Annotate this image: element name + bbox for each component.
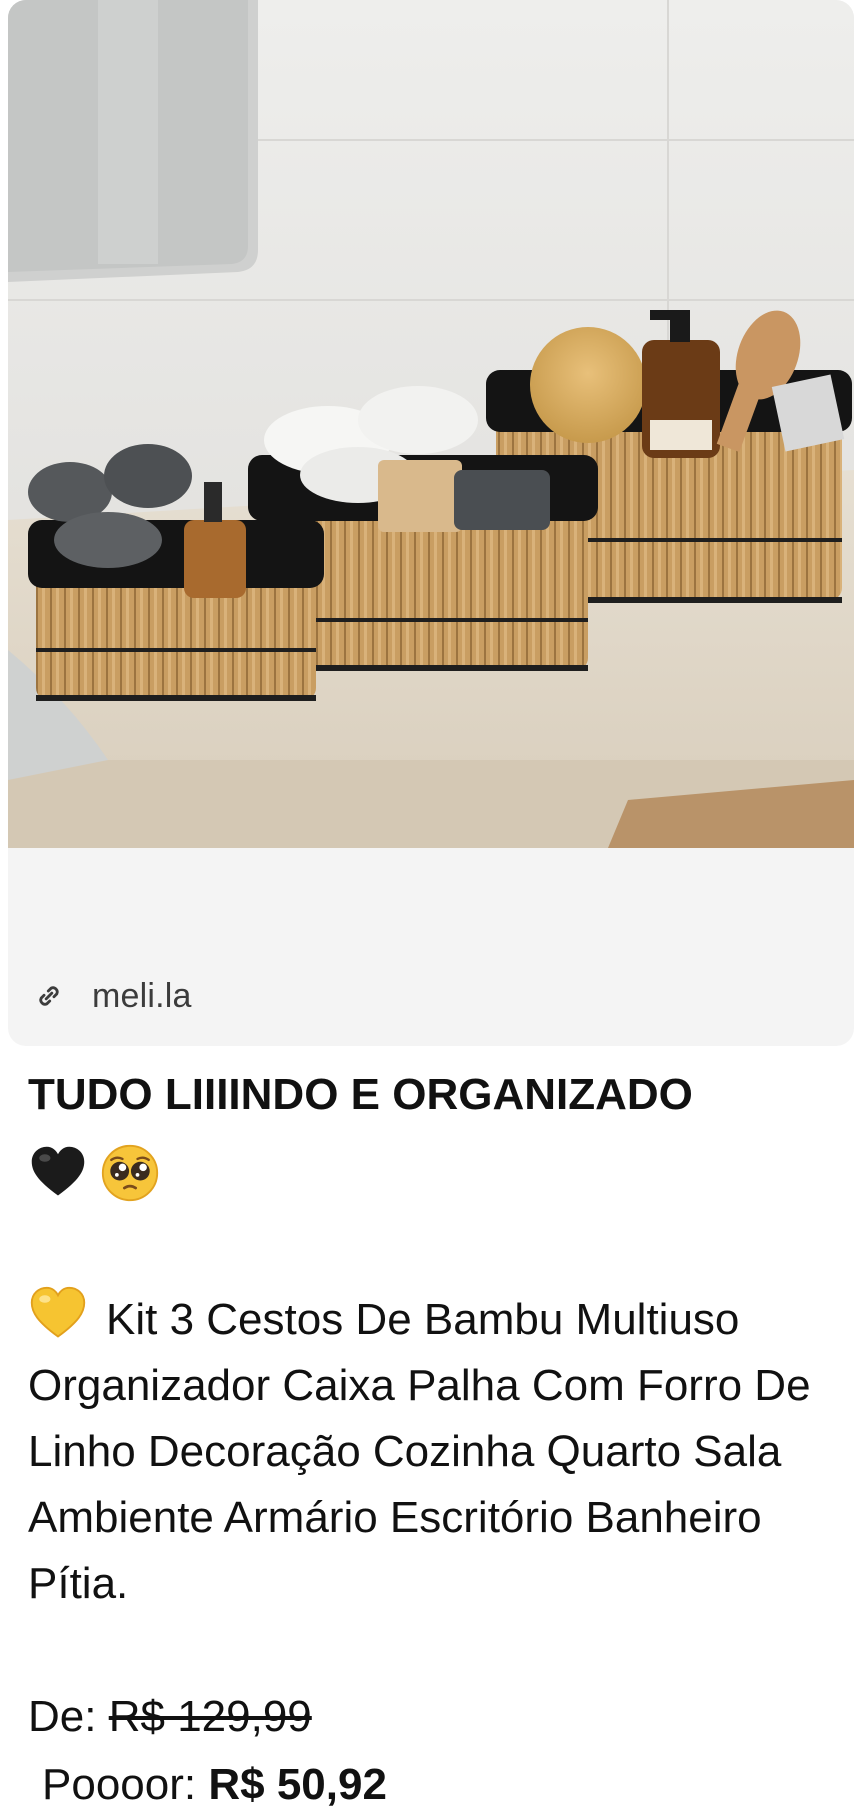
price-block: De: R$ 129,99 Poooor: R$ 50,92 <box>28 1683 838 1819</box>
link-preview-card[interactable]: meli.la <box>8 0 854 1046</box>
link-icon <box>39 986 59 1006</box>
product-description: Kit 3 Cestos De Bambu Multiuso Organizad… <box>28 1284 838 1617</box>
headline: TUDO LIIIINDO E ORGANIZADO <box>28 1070 693 1119</box>
old-price: R$ 129,99 <box>108 1692 312 1741</box>
yellow-heart-icon <box>30 1286 86 1338</box>
black-heart-icon <box>31 1146 85 1196</box>
old-price-line: De: R$ 129,99 <box>28 1683 838 1751</box>
new-price: R$ 50,92 <box>208 1760 387 1809</box>
description-text: Kit 3 Cestos De Bambu Multiuso Organizad… <box>28 1295 811 1608</box>
pleading-face-icon <box>101 1144 159 1202</box>
new-price-label: Poooor: <box>42 1760 197 1809</box>
new-price-line: Poooor: R$ 50,92 <box>28 1751 838 1819</box>
message-text: TUDO LIIIINDO E ORGANIZADO Kit 3 Cestos … <box>28 1062 838 1819</box>
old-price-label: De: <box>28 1692 97 1741</box>
link-row[interactable]: meli.la <box>32 968 192 1024</box>
headline-emojis <box>28 1128 838 1218</box>
link-domain[interactable]: meli.la <box>92 977 192 1016</box>
product-photo[interactable] <box>8 0 854 848</box>
